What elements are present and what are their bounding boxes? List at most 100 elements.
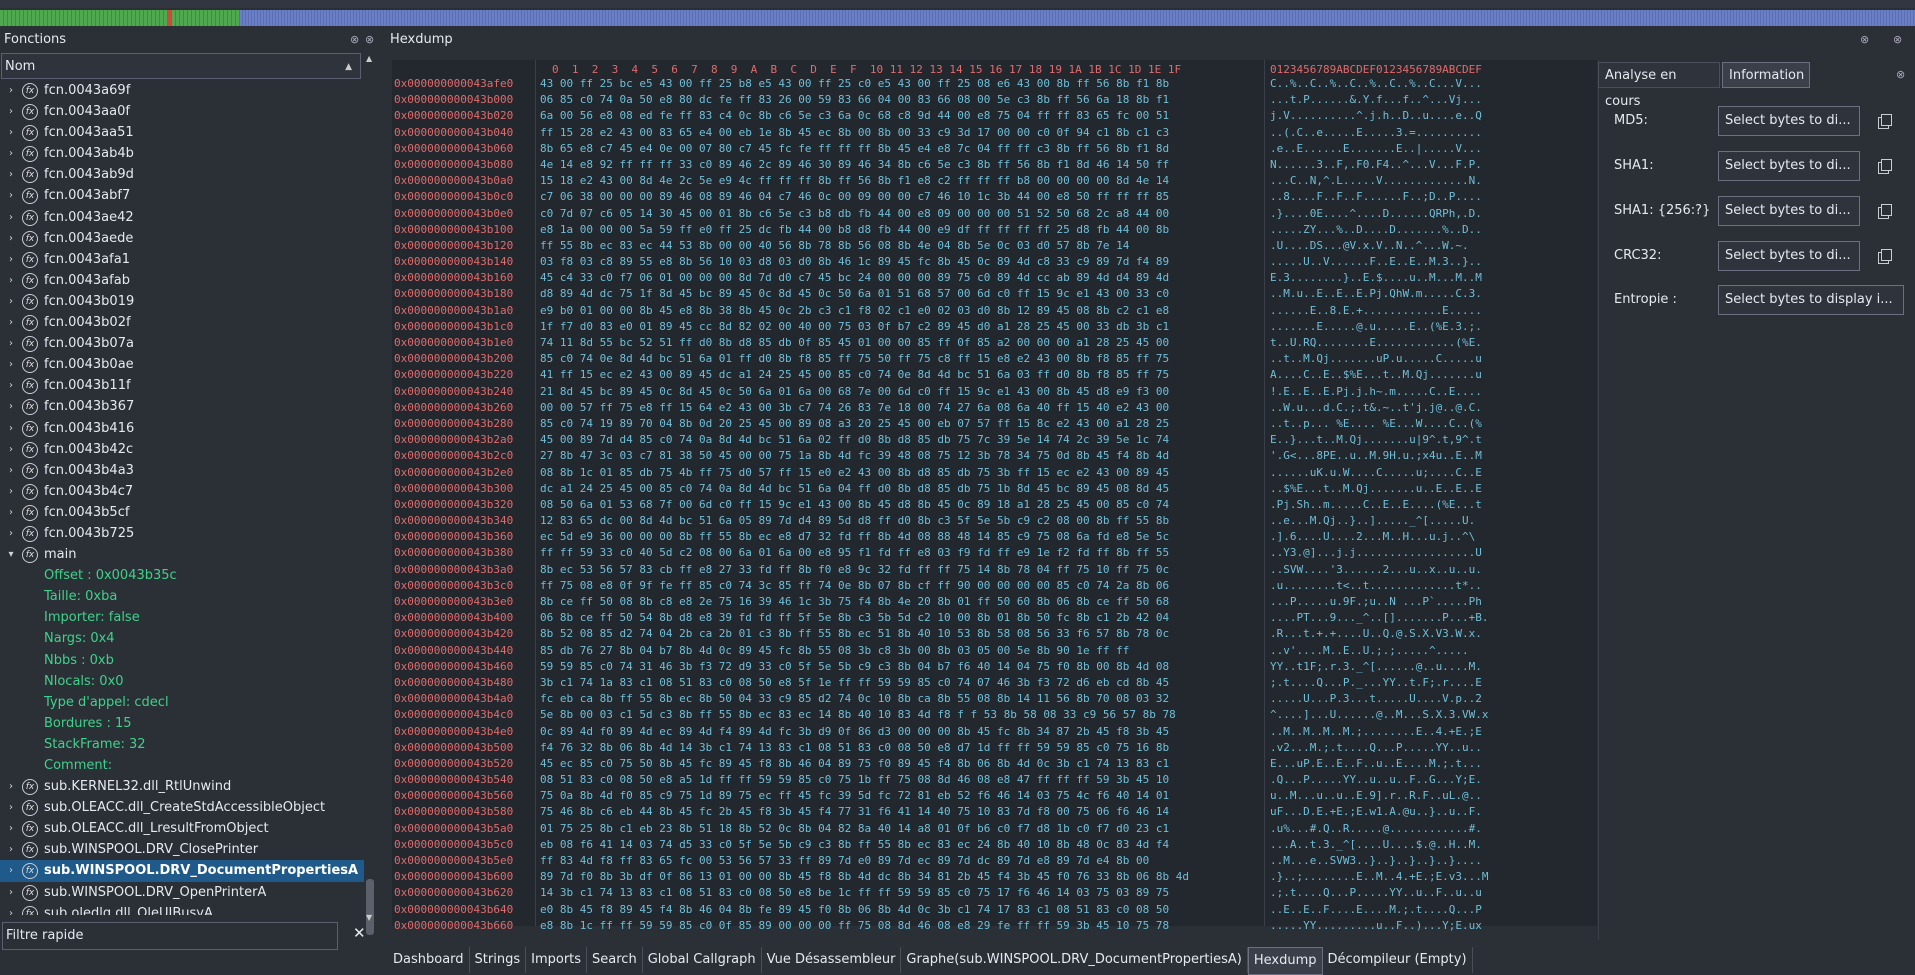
- function-item[interactable]: › fx fcn.0043aa0f: [0, 101, 364, 122]
- expand-right-icon[interactable]: ›: [6, 797, 16, 818]
- hexdump-byte-row[interactable]: c7 06 38 00 00 00 89 46 08 89 46 04 c7 4…: [540, 189, 1189, 205]
- hexdump-byte-row[interactable]: 43 00 ff 25 bc e5 43 00 ff 25 b8 e5 43 0…: [540, 76, 1189, 92]
- hexdump-ascii-row[interactable]: ..e...M.Qj..}..]....._^[.....U.: [1270, 513, 1489, 529]
- copy-icon[interactable]: [1878, 114, 1892, 129]
- function-property[interactable]: Nbbs : 0xb: [0, 650, 364, 671]
- function-item[interactable]: › fx fcn.0043a69f: [0, 80, 364, 101]
- tab-information[interactable]: Information: [1722, 62, 1810, 88]
- hexdump-ascii-row[interactable]: ......uK.u.W....C.....u;....C..E: [1270, 465, 1489, 481]
- function-item[interactable]: › fx fcn.0043aede: [0, 228, 364, 249]
- hexdump-bytes-column[interactable]: 43 00 ff 25 bc e5 43 00 ff 25 b8 e5 43 0…: [540, 76, 1189, 934]
- expand-right-icon[interactable]: ›: [6, 481, 16, 502]
- hexdump-ascii-row[interactable]: A....C..E..$%E...t..M.Qj.......u: [1270, 367, 1489, 383]
- hexdump-ascii-row[interactable]: t..U.RQ........E............(%E.: [1270, 335, 1489, 351]
- bottom-tab[interactable]: Strings: [470, 947, 527, 973]
- expand-right-icon[interactable]: ›: [6, 207, 16, 228]
- function-property[interactable]: StackFrame: 32: [0, 734, 364, 755]
- hexdump-byte-row[interactable]: 08 51 83 c0 08 50 e8 a5 1d ff ff 59 59 8…: [540, 772, 1189, 788]
- hexdump-ascii-row[interactable]: E...uP.E..E..F..u..E....M.;.t...: [1270, 756, 1489, 772]
- function-item[interactable]: › fx sub.OLEACC.dll_CreateStdAccessibleObj…: [0, 797, 364, 818]
- hexdump-ascii-row[interactable]: ......E..8.E.+............E.....: [1270, 303, 1489, 319]
- hexdump-ascii-row[interactable]: ;.t....Q...P._...YY..t.F;.r....E: [1270, 675, 1489, 691]
- function-item[interactable]: › fx fcn.0043afab: [0, 270, 364, 291]
- hexdump-byte-row[interactable]: ec 5d e9 36 00 00 00 8b ff 55 8b ec e8 d…: [540, 529, 1189, 545]
- function-property[interactable]: Nlocals: 0x0: [0, 671, 364, 692]
- copy-icon[interactable]: [1878, 204, 1892, 219]
- function-property[interactable]: Type d'appel: cdecl: [0, 692, 364, 713]
- hexdump-byte-row[interactable]: 03 f8 03 c8 89 55 e8 8b 56 10 03 d8 03 d…: [540, 254, 1189, 270]
- hexdump-ascii-row[interactable]: uF...D.E.+E.;E.w1.A.@u..}..u..F.: [1270, 804, 1489, 820]
- hexdump-ascii-row[interactable]: ..W.u...d.C.;.t&.~..t'j.j@..@.C.: [1270, 400, 1489, 416]
- hexdump-byte-row[interactable]: 74 11 8d 55 bc 52 51 ff d0 8b d8 85 db 0…: [540, 335, 1189, 351]
- hexdump-byte-row[interactable]: 45 ec 85 c0 75 50 8b 45 fc 89 45 f8 8b 4…: [540, 756, 1189, 772]
- hexdump-ascii-row[interactable]: .;.t....Q...P.....YY..u..F..u..u: [1270, 885, 1489, 901]
- hexdump-ascii-row[interactable]: j.V..........^.j.h..D..u....e..Q: [1270, 108, 1489, 124]
- hexdump-ascii-row[interactable]: .}....0E....^....D......QRPh,.D.: [1270, 206, 1489, 222]
- hexdump-byte-row[interactable]: e9 b0 01 00 00 8b 45 e8 8b 38 8b 45 0c 2…: [540, 303, 1189, 319]
- bottom-tab[interactable]: Graphe(sub.WINSPOOL.DRV_DocumentProperti…: [901, 947, 1248, 973]
- hexdump-ascii-row[interactable]: .u........t<..t.............t*..: [1270, 578, 1489, 594]
- expand-right-icon[interactable]: ›: [6, 839, 16, 860]
- hexdump-ascii-row[interactable]: E.3........}..E.$....u..M...M..M: [1270, 270, 1489, 286]
- hexdump-ascii-row[interactable]: C..%..C..%..C..%..C..%..C...V...: [1270, 76, 1489, 92]
- bottom-tab[interactable]: Imports: [526, 947, 588, 973]
- hexdump-ascii-row[interactable]: .Q...P.....YY..u..u..F..G...Y;E.: [1270, 772, 1489, 788]
- expand-right-icon[interactable]: ›: [6, 122, 16, 143]
- hexdump-byte-row[interactable]: 5e 8b 00 03 c1 5d c3 8b ff 55 8b ec 83 e…: [540, 707, 1189, 723]
- function-property[interactable]: Bordures : 15: [0, 713, 364, 734]
- hexdump-ascii-row[interactable]: .....U...P.3...t.....U....V.p..2: [1270, 691, 1489, 707]
- bottom-tab[interactable]: Décompileur (Empty): [1323, 947, 1473, 973]
- hexdump-ascii-row[interactable]: .......E.....@.u.....E..(%E.3.;.: [1270, 319, 1489, 335]
- hexdump-ascii-row[interactable]: ..M..M..M..M.;........E..4.+E.;E: [1270, 724, 1489, 740]
- scroll-down-icon[interactable]: ▼: [366, 913, 372, 922]
- name-column-header[interactable]: Nom ▲: [1, 53, 361, 79]
- hexdump-byte-row[interactable]: 15 18 e2 43 00 8d 4e 2c 5e e9 4c ff ff f…: [540, 173, 1189, 189]
- hexdump-ascii-row[interactable]: YY..t1F;.r.3._^[......@..u....M.: [1270, 659, 1489, 675]
- function-item[interactable]: ▾ fx main: [0, 544, 364, 565]
- expand-right-icon[interactable]: ›: [6, 396, 16, 417]
- bottom-tab[interactable]: Global Callgraph: [643, 947, 762, 973]
- function-item[interactable]: › fx sub.WINSPOOL.DRV_ClosePrinter: [0, 839, 364, 860]
- hexdump-byte-row[interactable]: 08 8b 1c 01 85 db 75 4b ff 75 d0 57 ff 1…: [540, 465, 1189, 481]
- hash-compute-button[interactable]: Select bytes to di...: [1718, 241, 1860, 271]
- hexdump-ascii-row[interactable]: ..$%E...t..M.Qj.......u..E..E..E: [1270, 481, 1489, 497]
- function-item[interactable]: › fx sub.OLEACC.dll_LresultFromObject: [0, 818, 364, 839]
- hexdump-ascii-row[interactable]: .}..;........E..M..4.+E.;E.v3...M: [1270, 869, 1489, 885]
- hexdump-byte-row[interactable]: ff 75 08 e8 0f 9f fe ff 85 c0 74 3c 85 f…: [540, 578, 1189, 594]
- expand-right-icon[interactable]: ›: [6, 291, 16, 312]
- hexdump-byte-row[interactable]: 0c 89 4d f0 89 4d ec 89 4d f4 89 4d fc 3…: [540, 724, 1189, 740]
- function-property[interactable]: Importer: false: [0, 607, 364, 628]
- hexdump-byte-row[interactable]: 45 00 89 7d d4 85 c0 74 0a 8d 4d bc 51 6…: [540, 432, 1189, 448]
- expand-right-icon[interactable]: ›: [6, 860, 16, 881]
- hexdump-byte-row[interactable]: f4 76 32 8b 06 8b 4d 14 3b c1 74 13 83 c…: [540, 740, 1189, 756]
- function-item[interactable]: › fx fcn.0043b4a3: [0, 460, 364, 481]
- function-item[interactable]: › fx sub.KERNEL32.dll_RtlUnwind: [0, 776, 364, 797]
- hash-compute-button[interactable]: Select bytes to di...: [1718, 106, 1860, 136]
- hexdump-ascii-row[interactable]: ...t.P......&.Y.f...f..^...Vj...: [1270, 92, 1489, 108]
- copy-icon[interactable]: [1878, 249, 1892, 264]
- function-property[interactable]: Nargs: 0x4: [0, 628, 364, 649]
- hexdump-byte-row[interactable]: 00 00 57 ff 75 e8 ff 15 64 e2 43 00 3b c…: [540, 400, 1189, 416]
- hexdump-byte-row[interactable]: 59 59 85 c0 74 31 46 3b f3 72 d9 33 c0 5…: [540, 659, 1189, 675]
- function-item[interactable]: › fx fcn.0043b07a: [0, 333, 364, 354]
- expand-right-icon[interactable]: ›: [6, 249, 16, 270]
- bottom-tab[interactable]: Vue Désassembleur: [762, 947, 902, 973]
- expand-right-icon[interactable]: ›: [6, 460, 16, 481]
- hexdump-ascii-row[interactable]: .....YY.........u..F..)...Y;E.ux: [1270, 918, 1489, 934]
- hexdump-ascii-row[interactable]: .....U..V......F..E..E..M.3..}..: [1270, 254, 1489, 270]
- expand-right-icon[interactable]: ›: [6, 185, 16, 206]
- function-item[interactable]: › fx fcn.0043ab4b: [0, 143, 364, 164]
- hash-compute-button[interactable]: Select bytes to display i...: [1718, 285, 1904, 315]
- expand-right-icon[interactable]: ›: [6, 143, 16, 164]
- expand-right-icon[interactable]: ›: [6, 312, 16, 333]
- hexdump-byte-row[interactable]: 85 c0 74 0e 8d 4d bc 51 6a 01 ff d0 8b f…: [540, 351, 1189, 367]
- quick-filter-input[interactable]: Filtre rapide: [2, 922, 338, 950]
- function-item[interactable]: › fx fcn.0043b42c: [0, 439, 364, 460]
- function-item[interactable]: › fx fcn.0043b4c7: [0, 481, 364, 502]
- function-item[interactable]: › fx fcn.0043b11f: [0, 375, 364, 396]
- expand-down-icon[interactable]: ▾: [6, 544, 16, 565]
- function-item[interactable]: › fx fcn.0043aa51: [0, 122, 364, 143]
- expand-right-icon[interactable]: ›: [6, 333, 16, 354]
- hexdump-ascii-row[interactable]: ..t..p... %E.... %E...W....C..(%: [1270, 416, 1489, 432]
- hexdump-byte-row[interactable]: 12 83 65 dc 00 8d 4d bc 51 6a 05 89 7d d…: [540, 513, 1189, 529]
